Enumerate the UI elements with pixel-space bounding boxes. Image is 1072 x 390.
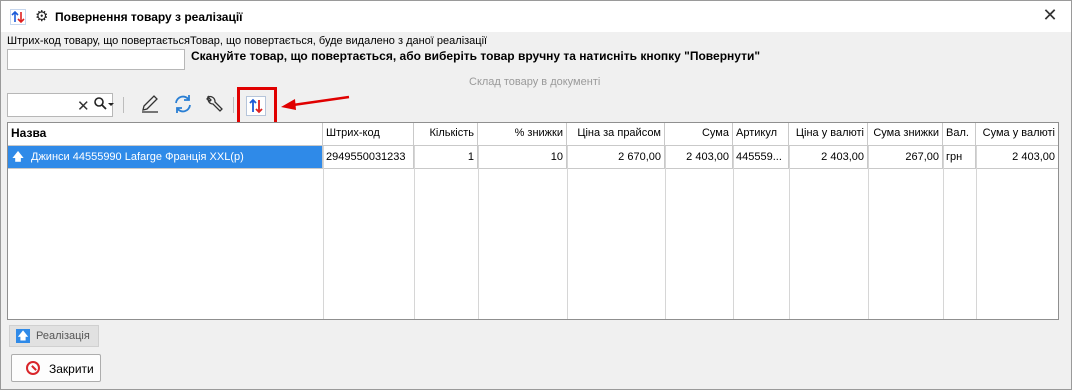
close-button-label: Закрити [49, 362, 94, 376]
toolbar-separator [233, 97, 234, 113]
gear-icon[interactable]: ⚙ [35, 7, 48, 25]
arrow-up-icon: 🡅 [12, 151, 24, 163]
scan-hint: Скануйте товар, що повертається, або виб… [191, 49, 761, 63]
swap-arrows-icon [10, 9, 26, 25]
cell-sum[interactable]: 2 403,00 [665, 146, 733, 168]
cell-price-currency[interactable]: 2 403,00 [789, 146, 868, 168]
column-divider [976, 146, 977, 319]
col-qty[interactable]: Кількість [414, 123, 478, 145]
column-divider [943, 146, 944, 319]
cell-discount-sum[interactable]: 267,00 [868, 146, 943, 168]
items-table[interactable]: Назва Штрих-код Кількість % знижки Ціна … [7, 122, 1059, 320]
column-divider [665, 146, 666, 319]
cell-name[interactable]: 🡅 Джинси 44555990 Lafarge Франція XXL(р) [8, 146, 323, 168]
cell-currency[interactable]: грн [943, 146, 976, 168]
column-divider [789, 146, 790, 319]
warehouse-label[interactable]: Склад товару в документі [469, 76, 600, 88]
close-icon[interactable]: ✕ [77, 97, 90, 115]
col-article[interactable]: Артикул [733, 123, 789, 145]
window-close-button[interactable]: ✕ [1041, 6, 1059, 24]
col-price-currency[interactable]: Ціна у валюті [789, 123, 868, 145]
barcode-label: Штрих-код товару, що повертаєтьсяТовар, … [7, 35, 488, 47]
col-discount[interactable]: % знижки [478, 123, 567, 145]
col-price-list[interactable]: Ціна за прайсом [567, 123, 665, 145]
column-divider [414, 146, 415, 319]
col-name[interactable]: Назва [8, 123, 323, 145]
column-divider [323, 146, 324, 319]
column-divider [733, 146, 734, 319]
col-currency[interactable]: Вал. [943, 123, 976, 145]
window-title: Повернення товару з реалізації [55, 10, 243, 24]
title-bar: ⚙ Повернення товару з реалізації ✕ [1, 1, 1071, 32]
return-dialog: ⚙ Повернення товару з реалізації ✕ Штрих… [0, 0, 1072, 390]
item-name: Джинси 44555990 Lafarge Франція XXL(р) [31, 151, 244, 163]
col-discount-sum[interactable]: Сума знижки [868, 123, 943, 145]
cell-sum-currency[interactable]: 2 403,00 [976, 146, 1058, 168]
cell-qty[interactable]: 1 [414, 146, 478, 168]
col-barcode[interactable]: Штрих-код [323, 123, 414, 145]
table-header: Назва Штрих-код Кількість % знижки Ціна … [8, 123, 1058, 146]
toolbar-separator [123, 97, 124, 113]
col-sum-currency[interactable]: Сума у валюті [976, 123, 1058, 145]
cell-discount[interactable]: 10 [478, 146, 567, 168]
column-divider [478, 146, 479, 319]
cell-price-list[interactable]: 2 670,00 [567, 146, 665, 168]
cell-barcode[interactable]: 2949550031233 [323, 146, 414, 168]
search-icon[interactable] [93, 96, 115, 115]
cell-article[interactable]: 445559... [733, 146, 789, 168]
column-divider [567, 146, 568, 319]
no-entry-icon [26, 361, 40, 375]
sale-tab-label: Реалізація [36, 330, 90, 342]
table-row[interactable]: 🡅 Джинси 44555990 Lafarge Франція XXL(р) … [8, 146, 1058, 169]
arrow-up-icon: 🡅 [16, 329, 30, 343]
swap-arrows-icon [249, 98, 263, 114]
pointer-arrow [281, 95, 350, 110]
column-divider [868, 146, 869, 319]
return-button[interactable] [246, 96, 266, 116]
refresh-icon[interactable] [172, 93, 196, 117]
sale-tab[interactable]: 🡅 Реалізація [9, 325, 99, 347]
barcode-input[interactable] [7, 49, 185, 70]
wrench-icon[interactable] [203, 93, 227, 117]
col-sum[interactable]: Сума [665, 123, 733, 145]
pencil-icon[interactable] [139, 93, 163, 117]
search-input[interactable]: ✕ [7, 93, 115, 117]
close-button[interactable]: Закрити [11, 354, 101, 382]
